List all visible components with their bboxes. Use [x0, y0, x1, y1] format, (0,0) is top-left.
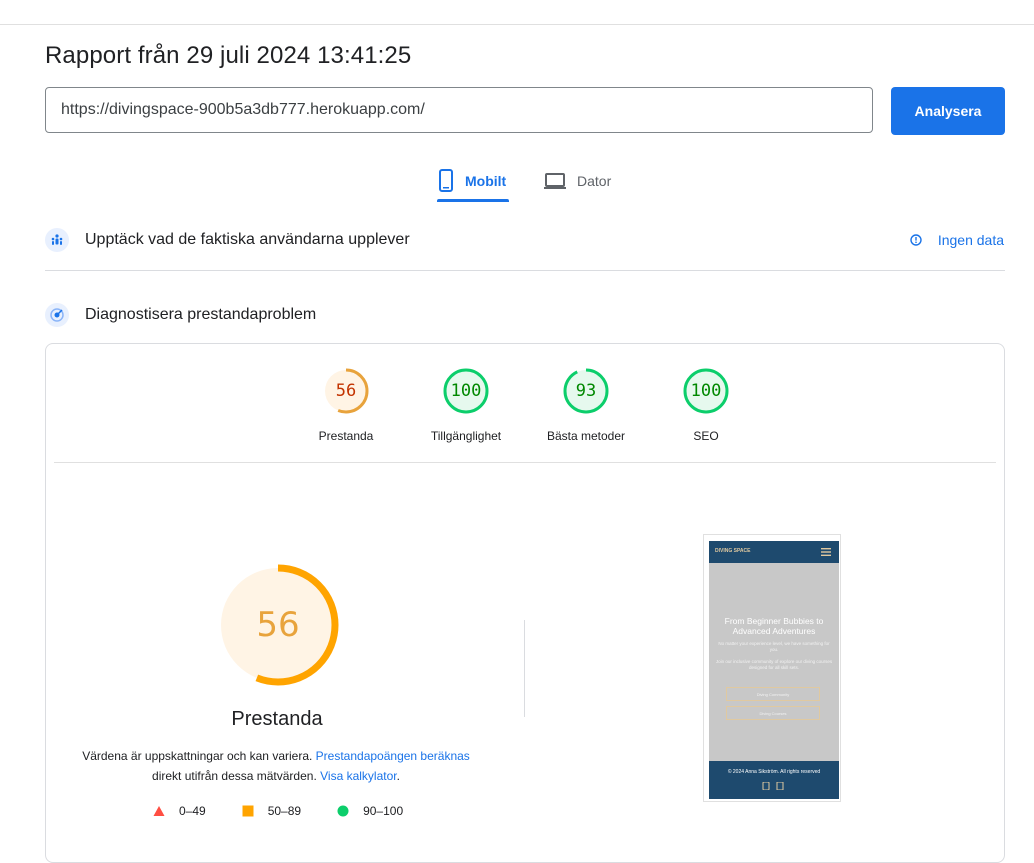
score-value: 100	[690, 381, 722, 401]
score-value: 100	[450, 381, 482, 401]
tab-desktop[interactable]: Dator	[543, 160, 611, 202]
score-gauge-bästa-metoder[interactable]: 93	[561, 366, 611, 416]
no-data-label[interactable]: Ingen data	[938, 232, 1004, 248]
active-tab-indicator	[437, 199, 509, 202]
lab-data-section: Diagnostisera prestandaproblem	[45, 302, 1005, 328]
score-gauge-prestanda[interactable]: 56	[321, 366, 371, 416]
lab-data-label: Diagnostisera prestandaproblem	[85, 306, 317, 323]
phone-icon	[439, 169, 453, 192]
top-divider	[0, 24, 1034, 25]
legend-item-average: 50–89	[242, 804, 301, 818]
screenshot-btn2: Diving Courses	[726, 706, 820, 720]
score-label: Bästa metoder	[546, 429, 626, 443]
laptop-icon	[544, 173, 566, 189]
performance-score: 56	[256, 605, 300, 645]
legend-item-good: 90–100	[337, 804, 403, 818]
card-divider	[54, 462, 996, 463]
social-icons	[762, 782, 784, 790]
report-title: Rapport från 29 juli 2024 13:41:25	[45, 42, 412, 69]
device-tabs: Mobilt Dator	[0, 160, 1034, 204]
screenshot-headline: From Beginner Bubbies to Advanced Advent…	[724, 616, 824, 636]
square-icon	[242, 805, 254, 817]
note-text-3: .	[396, 769, 400, 783]
score-value: 56	[335, 381, 357, 401]
legend-range-good: 90–100	[363, 804, 404, 818]
legend-item-poor: 0–49	[153, 804, 206, 818]
section-divider	[45, 270, 1005, 271]
users-icon	[45, 228, 69, 252]
screenshot-screen: DIVING SPACE From Beginner Bubbies to Ad…	[709, 541, 839, 799]
field-data-section: Upptäck vad de faktiska användarna upple…	[45, 227, 1005, 253]
score-gauge-tillgänglighet[interactable]: 100	[441, 366, 491, 416]
note-text-1: Värdena är uppskattningar och kan varier…	[82, 749, 316, 763]
url-input[interactable]: https://divingspace-900b5a3db777.herokua…	[45, 87, 873, 133]
tab-desktop-label: Dator	[577, 173, 612, 189]
score-value: 93	[575, 381, 597, 401]
no-data-link[interactable]: Ingen data	[910, 232, 1004, 248]
vertical-divider	[524, 620, 525, 717]
hamburger-icon	[821, 548, 831, 556]
screenshot-footer-text: © 2024 Anna Sikström. All rights reserve…	[727, 769, 821, 775]
screenshot-btn1: Diving Community	[726, 687, 820, 701]
tab-mobile-label: Mobilt	[465, 173, 507, 189]
screenshot-navbar: DIVING SPACE	[709, 541, 839, 563]
score-label: SEO	[693, 429, 719, 443]
tab-mobile[interactable]: Mobilt	[437, 160, 506, 202]
performance-note: Värdena är uppskattningar och kan varier…	[66, 746, 486, 786]
field-data-label: Upptäck vad de faktiska användarna upple…	[85, 231, 410, 248]
analyze-button[interactable]: Analysera	[891, 87, 1005, 135]
circle-icon	[337, 805, 349, 817]
score-calculated-link[interactable]: Prestandapoängen beräknas	[316, 749, 470, 763]
screenshot-footer	[709, 761, 839, 799]
legend-range-average: 50–89	[267, 804, 302, 818]
triangle-icon	[153, 806, 165, 816]
score-label: Tillgänglighet	[430, 429, 502, 443]
note-text-2: direkt utifrån dessa mätvärden.	[152, 769, 321, 783]
calculator-link[interactable]: Visa kalkylator	[320, 769, 396, 783]
url-value[interactable]: https://divingspace-900b5a3db777.herokua…	[61, 101, 425, 119]
report-card: 56 Prestanda 100 Tillgänglighet 93 Bästa meto…	[45, 343, 1005, 863]
score-gauge-seo[interactable]: 100	[681, 366, 731, 416]
screenshot-sub2: Join our inclusive community of explore …	[715, 659, 833, 670]
screenshot-logo: DIVING SPACE	[715, 548, 751, 554]
diagnose-icon	[45, 303, 69, 327]
info-icon	[910, 234, 922, 246]
legend-range-poor: 0–49	[179, 804, 206, 818]
performance-title: Prestanda	[231, 708, 323, 730]
score-label: Prestanda	[318, 429, 374, 443]
score-legend: 0–49 50–89 90–100	[153, 804, 439, 818]
page-screenshot-thumbnail[interactable]: DIVING SPACE From Beginner Bubbies to Ad…	[703, 534, 841, 802]
screenshot-sub1: No matter your experience level, we have…	[718, 641, 830, 652]
